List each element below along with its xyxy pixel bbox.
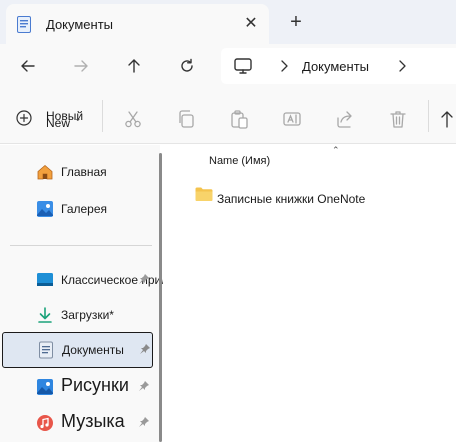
pictures-icon	[37, 379, 53, 395]
documents-icon	[17, 16, 31, 33]
tab-documents[interactable]: Документы ✕	[6, 4, 269, 44]
copy-icon[interactable]	[176, 109, 196, 129]
folder-icon	[195, 187, 213, 201]
navigation-pane: Главная Галерея Классическое приложение …	[0, 145, 210, 442]
sidebar-divider	[10, 245, 152, 246]
pin-icon[interactable]	[138, 273, 150, 285]
file-name: Записные книжки OneNote	[217, 192, 366, 206]
sidebar-item-label: Документы	[62, 343, 124, 357]
command-bar: Новый New ⌄	[0, 88, 456, 144]
music-icon	[37, 415, 53, 431]
sort-icon[interactable]	[438, 109, 456, 129]
sidebar-item-documents[interactable]: Документы	[2, 332, 153, 368]
sidebar-item-label: Загрузки*	[61, 308, 114, 322]
navigation-bar: Документы	[0, 44, 456, 88]
gallery-icon	[37, 201, 53, 217]
arrow-up-icon	[128, 59, 140, 73]
pin-icon[interactable]	[138, 416, 150, 428]
pin-icon[interactable]	[138, 380, 150, 392]
chevron-right-icon[interactable]	[397, 59, 407, 73]
sidebar-item-label: Галерея	[61, 202, 108, 216]
chevron-down-icon: ⌄	[74, 113, 82, 123]
forward-button[interactable]	[67, 52, 95, 80]
sidebar-item-downloads[interactable]: Загрузки*	[0, 298, 154, 332]
sidebar-item-label: Главная	[61, 165, 107, 179]
sidebar-item-pictures[interactable]: Рисунки	[0, 370, 154, 404]
tab-title: Документы	[46, 17, 114, 32]
up-button[interactable]	[120, 52, 148, 80]
back-button[interactable]	[14, 52, 42, 80]
downloads-icon	[38, 307, 52, 323]
sidebar-item-gallery[interactable]: Галерея	[0, 192, 154, 226]
paste-icon[interactable]	[229, 109, 249, 129]
new-tab-icon[interactable]: +	[286, 12, 306, 32]
delete-icon[interactable]	[388, 109, 408, 129]
refresh-icon	[181, 58, 193, 72]
refresh-button[interactable]	[173, 52, 201, 80]
sidebar-item-label: Музыка	[61, 411, 125, 431]
address-bar[interactable]: Документы	[221, 48, 456, 84]
home-icon	[37, 164, 53, 180]
chevron-right-icon[interactable]	[279, 59, 289, 73]
sidebar-item-label: Рисунки	[61, 375, 129, 395]
toolbar-divider	[428, 100, 429, 132]
sidebar-item-music[interactable]: Музыка	[0, 406, 154, 440]
scrollbar-thumb[interactable]	[159, 153, 162, 442]
tab-strip: Документы ✕ +	[0, 0, 456, 44]
rename-icon[interactable]	[282, 109, 302, 129]
new-button[interactable]: Новый New ⌄	[12, 106, 108, 130]
new-button-label-alt: New	[46, 116, 71, 130]
share-icon[interactable]	[335, 109, 355, 129]
sort-ascending-icon: ⌃	[332, 145, 340, 155]
sidebar-item-desktop[interactable]: Классическое приложение	[0, 263, 210, 297]
documents-icon	[39, 341, 53, 359]
cut-icon[interactable]	[123, 109, 143, 129]
arrow-right-icon	[74, 60, 88, 72]
breadcrumb-documents[interactable]: Документы	[302, 59, 369, 74]
close-tab-icon[interactable]: ✕	[242, 15, 260, 33]
arrow-left-icon	[21, 60, 35, 72]
pin-icon[interactable]	[139, 343, 151, 355]
plus-circle-icon	[16, 110, 32, 126]
toolbar-divider	[102, 100, 103, 132]
sidebar-item-home[interactable]: Главная	[0, 155, 154, 189]
file-list: ⌃ Name (Имя) Записные книжки OneNote	[163, 145, 456, 442]
list-item[interactable]: Записные книжки OneNote	[193, 185, 443, 207]
column-header-name[interactable]: Name (Имя)	[209, 155, 270, 167]
desktop-icon	[37, 273, 53, 286]
this-pc-icon	[234, 58, 252, 74]
